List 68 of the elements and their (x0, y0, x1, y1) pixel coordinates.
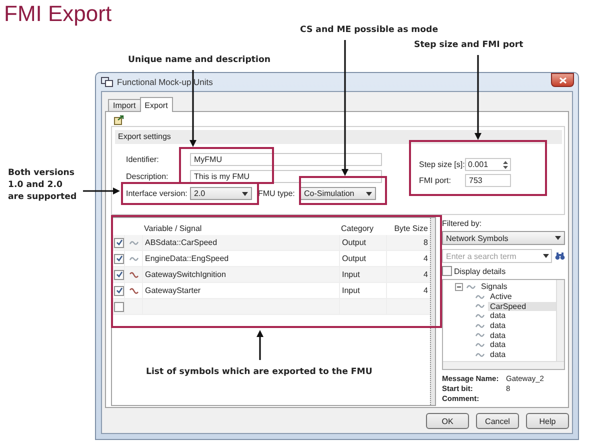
collapse-icon[interactable] (455, 282, 463, 291)
field-label: FMI port: (419, 175, 452, 187)
tab[interactable]: Export (140, 97, 173, 112)
field-label: Step size [s]: (419, 159, 465, 171)
column-header[interactable]: Variable / Signal (142, 221, 339, 235)
row-checkbox[interactable] (114, 286, 124, 296)
display-details-checkbox[interactable] (442, 266, 452, 276)
tree-item[interactable]: data (488, 340, 556, 350)
table-cell: ABSdata::CarSpeed (142, 235, 339, 250)
caret-icon (555, 236, 561, 240)
tree-item[interactable]: data (488, 330, 556, 340)
spin-arrows-icon[interactable] (502, 160, 509, 170)
scrollbar[interactable] (430, 218, 435, 405)
row-checkbox[interactable] (114, 254, 124, 264)
table-cell: Output (339, 235, 386, 250)
row-checkbox[interactable] (114, 270, 124, 280)
field-label: Identifier: (126, 154, 160, 166)
row-checkbox[interactable] (114, 238, 124, 248)
table-cell: Input (339, 283, 386, 298)
section-header: Export settings (115, 130, 562, 144)
caret-icon (366, 192, 372, 196)
close-button[interactable] (551, 73, 574, 87)
filter-dropdown[interactable]: Network Symbols (442, 231, 565, 245)
field-label: Interface version: (126, 188, 188, 200)
caret-icon (543, 254, 549, 258)
tree-item[interactable]: data (488, 321, 556, 330)
column-header[interactable]: Byte Size (386, 221, 430, 235)
window-title: Functional Mock-up Units (117, 77, 214, 87)
step-size-field[interactable]: 0.001 (465, 158, 511, 171)
page-title: FMI Export (3, 0, 112, 28)
interface-version-dropdown[interactable]: 2.0 (190, 187, 252, 200)
callout-text: Unique name and description (128, 55, 270, 65)
column-header[interactable]: Category (339, 221, 386, 235)
window-icon (101, 77, 113, 87)
tree-item[interactable]: data (488, 350, 556, 360)
arrow (256, 330, 264, 360)
callout-text: List of symbols which are exported to the FMU (146, 367, 372, 377)
dialog-button[interactable]: Help (526, 413, 569, 429)
dialog-button[interactable]: OK (426, 413, 469, 429)
field-label: Description: (126, 171, 170, 183)
arrow (83, 188, 120, 194)
export-icon[interactable] (114, 114, 125, 124)
binoculars-icon[interactable] (555, 252, 565, 260)
dialog-button[interactable]: Cancel (476, 413, 519, 429)
caret-icon (242, 192, 248, 196)
identifier-field[interactable]: MyFMU (190, 153, 382, 166)
callout-text: Step size and FMI port (414, 40, 524, 50)
fmi-port-field[interactable]: 753 (465, 174, 511, 187)
tree-item[interactable]: CarSpeed (488, 302, 556, 311)
table-cell: GatewayStarter (142, 283, 339, 298)
vertical-scrollbar[interactable] (556, 280, 564, 361)
table-cell: Input (339, 267, 386, 282)
tree-item[interactable]: Active (488, 292, 556, 302)
tree-item[interactable]: data (488, 311, 556, 320)
search-field[interactable]: Enter a search term (442, 249, 552, 263)
table-cell: Output (339, 251, 386, 266)
checkbox-label: Display details (454, 266, 506, 276)
table-cell: EngineData::EngSpeed (142, 251, 339, 266)
horizontal-scrollbar[interactable] (443, 361, 564, 369)
callout-text: CS and ME possible as mode (300, 25, 438, 35)
table-cell: GatewaySwitchIgnition (142, 267, 339, 282)
callout-text: Both versions 1.0 and 2.0 are supported (8, 167, 78, 203)
filter-label: Filtered by: (442, 218, 483, 230)
tree-item[interactable]: Signals (479, 282, 556, 292)
close-icon (558, 76, 566, 84)
tab[interactable]: Import (108, 99, 141, 111)
fmu-type-dropdown[interactable]: Co-Simulation (300, 187, 376, 200)
row-checkbox[interactable] (114, 302, 124, 312)
